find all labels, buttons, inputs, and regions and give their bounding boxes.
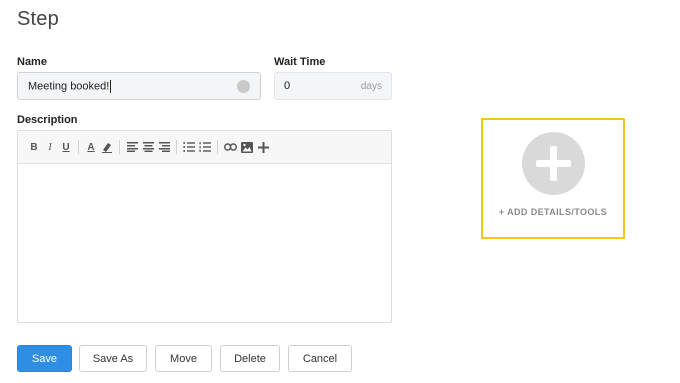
- name-input[interactable]: Meeting booked!: [17, 72, 261, 100]
- add-plus-icon[interactable]: [521, 132, 585, 195]
- wait-time-unit: days: [360, 80, 382, 92]
- toolbar-divider: [217, 140, 218, 154]
- delete-button[interactable]: Delete: [220, 345, 280, 372]
- cancel-button[interactable]: Cancel: [288, 345, 352, 372]
- editor-toolbar: B I U A: [18, 131, 391, 164]
- toolbar-divider: [176, 140, 177, 154]
- eraser-icon[interactable]: [101, 139, 113, 155]
- wait-time-label: Wait Time: [274, 56, 326, 68]
- wait-time-value: 0: [284, 80, 291, 92]
- bold-icon[interactable]: B: [28, 139, 40, 155]
- description-editor: B I U A: [17, 130, 392, 323]
- save-button[interactable]: Save: [17, 345, 72, 372]
- align-left-icon[interactable]: [126, 139, 138, 155]
- link-icon[interactable]: [224, 139, 237, 155]
- move-button[interactable]: Move: [155, 345, 212, 372]
- align-center-icon[interactable]: [142, 139, 154, 155]
- save-as-button[interactable]: Save As: [79, 345, 147, 372]
- description-text-area[interactable]: [18, 164, 391, 322]
- add-details-panel: + ADD DETAILS/TOOLS: [481, 118, 625, 239]
- step-editor-page: Step Name Meeting booked! Wait Time 0 da…: [0, 0, 680, 383]
- image-icon[interactable]: [241, 139, 253, 155]
- name-input-value: Meeting booked!: [28, 79, 112, 93]
- add-details-tools-link[interactable]: + ADD DETAILS/TOOLS: [499, 207, 607, 217]
- input-status-icon: [237, 79, 250, 93]
- description-label: Description: [17, 114, 78, 126]
- italic-icon[interactable]: I: [44, 139, 56, 155]
- toolbar-divider: [119, 140, 120, 154]
- bulleted-list-icon[interactable]: [183, 139, 195, 155]
- plus-icon[interactable]: [257, 139, 269, 155]
- toolbar-divider: [78, 140, 79, 154]
- page-title: Step: [17, 8, 59, 30]
- numbered-list-icon[interactable]: [199, 139, 211, 155]
- font-color-icon[interactable]: A: [85, 139, 97, 155]
- underline-icon[interactable]: U: [60, 139, 72, 155]
- name-label: Name: [17, 56, 47, 68]
- wait-time-input[interactable]: 0 days: [274, 72, 392, 100]
- align-right-icon[interactable]: [158, 139, 170, 155]
